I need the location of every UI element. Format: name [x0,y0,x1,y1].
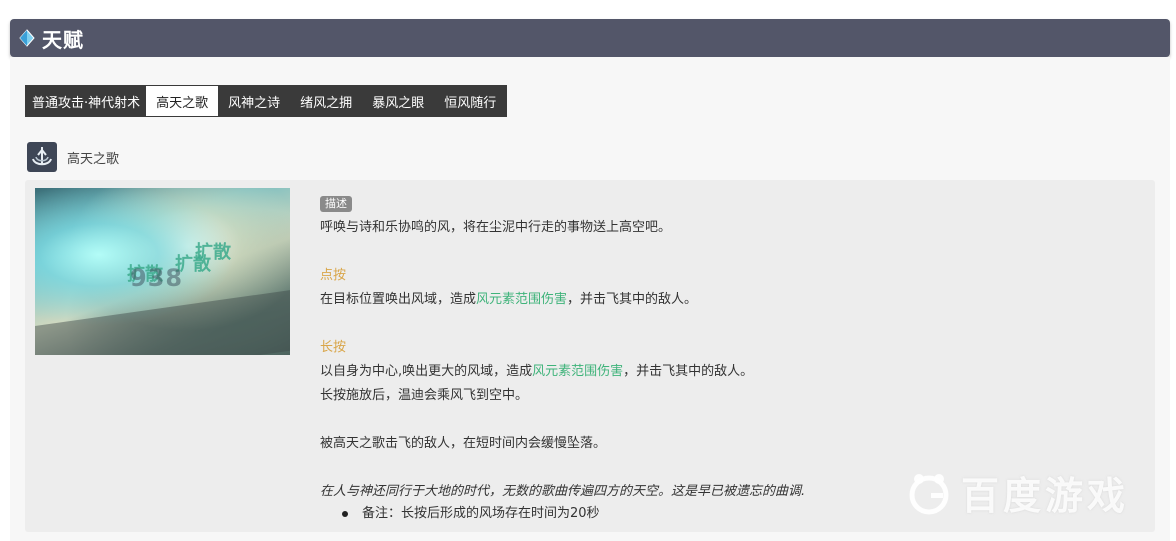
note-text: 备注：长按后形成的风场存在时间为20秒 [362,506,600,521]
tab-wind-god-poem[interactable]: 风神之诗 [218,86,290,116]
tab-skyward-sonnet[interactable]: 高天之歌 [146,86,219,116]
preview-fx-text: 扩散 [195,242,231,263]
tab-normal-attack[interactable]: 普通攻击·神代射术 [26,86,146,116]
skill-heading: 高天之歌 [27,142,119,172]
preview-damage-number: 938 [130,264,184,292]
section-header: 天赋 [10,19,1170,57]
element-damage-link: 风元素范围伤害 [476,292,568,307]
element-damage-link: 风元素范围伤害 [532,364,624,379]
bullet-icon [342,511,348,517]
desc-badge: 描述 [320,195,352,212]
section-title: 天赋 [42,27,84,52]
note-list-item: 备注：长按后形成的风场存在时间为20秒 [342,502,600,526]
hold-description: 以自身为中心,唤出更大的风域，造成风元素范围伤害，并击飞其中的敌人。 [320,364,754,379]
tap-label: 点按 [320,268,347,283]
hold-extra: 长按施放后，温迪会乘风飞到空中。 [320,388,529,403]
desc-intro: 呼唤与诗和乐协鸣的风，将在尘泥中行走的事物送上高空吧。 [320,220,672,235]
watermark: 百度游戏 [905,465,1129,520]
skill-description: 描述 呼唤与诗和乐协鸣的风，将在尘泥中行走的事物送上高空吧。 点按 在目标位置唤… [320,192,1120,504]
diamond-icon [19,29,35,47]
tab-embrace-of-winds[interactable]: 绪风之拥 [290,86,362,116]
watermark-text: 百度游戏 [961,474,1130,518]
tab-stormeye[interactable]: 暴风之眼 [362,86,434,116]
skill-name: 高天之歌 [67,151,120,167]
tap-description: 在目标位置唤出风域，造成风元素范围伤害，并击飞其中的敌人。 [320,292,698,307]
skill-preview-image: 扩散 扩散 扩散 938 [35,188,290,355]
talent-tabs: 普通攻击·神代射术 高天之歌 风神之诗 绪风之拥 暴风之眼 恒风随行 [25,85,508,117]
wind-skill-icon [27,142,57,172]
tab-windrider[interactable]: 恒风随行 [434,86,506,116]
hold-label: 长按 [320,340,347,355]
baidu-game-logo-icon [909,473,949,514]
effect-description: 被高天之歌击飞的敌人，在短时间内会缓慢坠落。 [320,436,607,451]
preview-ground [35,287,290,355]
